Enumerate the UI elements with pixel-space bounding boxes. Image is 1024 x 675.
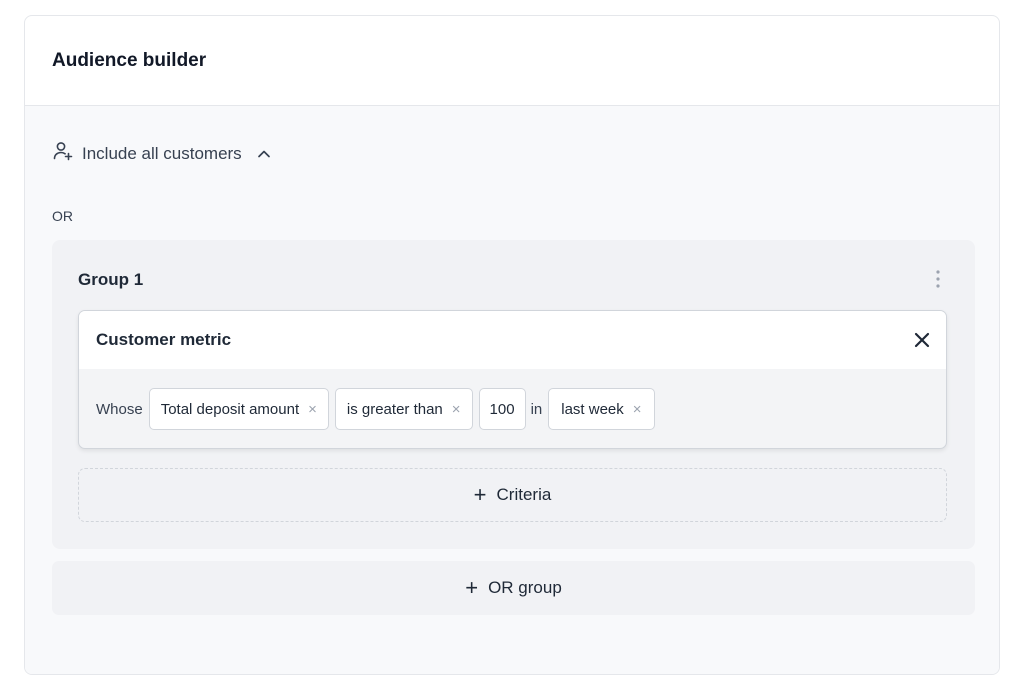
chevron-up-icon[interactable] xyxy=(256,146,272,162)
value-input[interactable]: 100 xyxy=(478,388,526,430)
criteria-card-customer-metric: Customer metric Whose Total deposit amou… xyxy=(78,310,947,449)
period-chip[interactable]: last week × xyxy=(548,388,655,430)
remove-period-icon[interactable]: × xyxy=(633,401,642,418)
add-or-group-label: OR group xyxy=(488,578,562,597)
period-chip-label: last week xyxy=(561,400,624,418)
card-body: Include all customers OR Group 1 Custome… xyxy=(25,106,999,674)
remove-comparator-icon[interactable]: × xyxy=(452,401,461,418)
include-all-customers-label: Include all customers xyxy=(82,143,242,163)
value-input-text: 100 xyxy=(489,400,515,418)
whose-label: Whose xyxy=(96,400,143,418)
comparator-chip[interactable]: is greater than × xyxy=(334,388,473,430)
metric-chip[interactable]: Total deposit amount × xyxy=(148,388,329,430)
comparator-chip-label: is greater than xyxy=(346,400,443,418)
user-plus-icon xyxy=(52,140,74,167)
card-header: Audience builder xyxy=(25,16,999,106)
plus-icon: + xyxy=(465,575,479,600)
include-all-customers-toggle[interactable]: Include all customers xyxy=(52,140,272,167)
page-title: Audience builder xyxy=(52,49,207,71)
group-title: Group 1 xyxy=(78,270,144,289)
add-criteria-button[interactable]: + Criteria xyxy=(78,468,947,522)
or-operator-label: OR xyxy=(52,208,73,224)
criteria-title: Customer metric xyxy=(96,330,232,349)
metric-chip-label: Total deposit amount xyxy=(160,400,300,418)
close-icon[interactable] xyxy=(912,330,932,350)
add-criteria-label: Criteria xyxy=(496,485,552,504)
more-vertical-icon[interactable] xyxy=(931,268,945,290)
add-or-group-button[interactable]: + OR group xyxy=(52,561,975,615)
in-label: in xyxy=(530,400,543,418)
plus-icon: + xyxy=(473,482,487,507)
criteria-header: Customer metric xyxy=(79,311,946,369)
criteria-condition-row: Whose Total deposit amount × is greater … xyxy=(96,387,655,431)
group-1: Group 1 Customer metric Whose Total depo… xyxy=(52,240,975,549)
audience-builder-card: Audience builder Include all customers O… xyxy=(24,15,1000,675)
remove-metric-icon[interactable]: × xyxy=(308,401,317,418)
